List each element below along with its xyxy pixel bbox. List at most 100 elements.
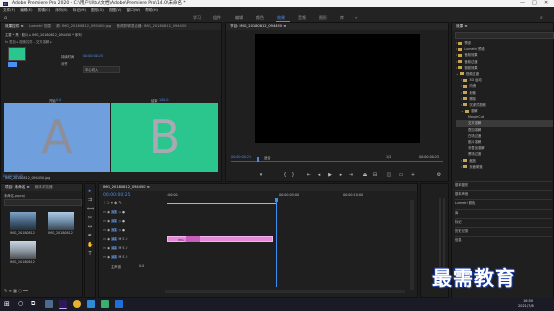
tab-effect-controls[interactable]: 效果控件 ≡ — [5, 24, 24, 28]
type-tool-icon[interactable]: T — [87, 251, 93, 257]
program-scrub-bar[interactable] — [231, 161, 443, 162]
windows-start-icon[interactable]: ⊞ — [4, 300, 12, 308]
track-a1[interactable]: ▭ ◉ A1 M S ♪ — [103, 235, 163, 244]
track-v2[interactable]: ▭ ◉ V2 ◇ ● — [103, 217, 163, 226]
extract-icon[interactable]: ⊟ — [372, 172, 378, 178]
scale-select[interactable]: 1/2 — [386, 155, 391, 159]
program-timecode-left[interactable]: 00:00:00:21 — [231, 155, 251, 159]
menu-edit[interactable]: 编辑(E) — [20, 8, 32, 12]
section-libraries[interactable]: 库 — [455, 208, 552, 216]
go-to-out-icon[interactable]: ⇥ — [348, 172, 354, 178]
play-transition-button[interactable] — [8, 62, 17, 67]
comparison-view-icon[interactable]: ▭ — [398, 172, 404, 178]
minimize-button[interactable]: — — [520, 0, 525, 7]
effects-search-input[interactable] — [455, 32, 554, 39]
duration-value[interactable]: 00:00:00:25 — [83, 54, 103, 58]
align-select[interactable]: 中心切入 — [83, 66, 120, 73]
media-thumbnail-3[interactable] — [10, 241, 36, 259]
master-track-value[interactable]: 0.0 — [139, 264, 144, 268]
add-marker-icon[interactable]: ▾ — [258, 172, 264, 178]
mark-in-icon[interactable]: { — [282, 172, 288, 178]
section-lumetri-color[interactable]: Lumetri 颜色 — [455, 199, 552, 206]
premiere-taskbar-icon[interactable] — [59, 300, 67, 309]
settings-icon[interactable]: ⚙ — [436, 172, 442, 178]
tab-source[interactable]: 源: IMG_20180812_095400.jpg — [56, 24, 111, 28]
workspace-color[interactable]: 颜色 — [256, 14, 264, 21]
workspace-libraries[interactable]: 库 — [340, 14, 344, 21]
workspace-effects[interactable]: 效果 — [277, 14, 285, 21]
section-markers[interactable]: 标记 — [455, 217, 552, 225]
slip-tool-icon[interactable]: ↔ — [87, 224, 93, 230]
search-taskbar-icon[interactable]: ○ — [18, 300, 26, 308]
ripple-edit-icon[interactable]: ⟺ — [87, 206, 94, 212]
app-icon-3[interactable] — [115, 300, 123, 308]
tab-lumetri-scopes[interactable]: Lumetri 范围 — [29, 24, 51, 28]
app-icon-2[interactable] — [101, 300, 109, 308]
go-to-in-icon[interactable]: ⇤ — [306, 172, 312, 178]
maximize-button[interactable]: □ — [532, 0, 537, 7]
workspace-more[interactable]: » — [355, 14, 357, 21]
tab-program-monitor[interactable]: 节目: IMG_20180812_094450 ≡ — [230, 24, 286, 28]
menu-markers[interactable]: 标记(M) — [73, 8, 86, 12]
tab-audio-clip-mixer[interactable]: 音频剪辑混合器: IMG_20180812_094450 — [116, 24, 186, 28]
timeline-scrollbar[interactable] — [410, 200, 414, 290]
hand-tool-icon[interactable]: ✋ — [87, 242, 93, 248]
track-v1[interactable]: ▭ ◉ V1 ◇ ● — [103, 226, 163, 235]
track-select-icon[interactable]: ⇉ — [87, 197, 93, 203]
home-icon[interactable]: ⌂ — [4, 15, 7, 21]
menu-sequence[interactable]: 序列(S) — [55, 8, 67, 12]
tab-media-browser[interactable]: 媒体浏览器 — [35, 185, 53, 189]
program-playhead[interactable] — [257, 157, 259, 162]
cross-dissolve-transition[interactable] — [186, 236, 200, 242]
menu-window[interactable]: 窗口(W) — [127, 8, 141, 12]
track-v3[interactable]: ▭ ◉ V3 ◇ ● — [103, 208, 163, 217]
mark-out-icon[interactable]: } — [290, 172, 296, 178]
workspace-graphics[interactable]: 图形 — [319, 14, 327, 21]
timeline-timecode[interactable]: 00:00:00:25 — [103, 193, 130, 198]
tab-timeline[interactable]: IMG_20180812_094450 ≡ — [103, 185, 150, 189]
lift-icon[interactable]: ⏏ — [362, 172, 368, 178]
tab-project[interactable]: 项目: 未命名 ≡ — [5, 185, 29, 189]
close-button[interactable]: ✕ — [544, 0, 548, 7]
browser-icon[interactable] — [73, 300, 81, 308]
menu-graphics[interactable]: 图形(G) — [91, 8, 104, 12]
pen-tool-icon[interactable]: ✒ — [87, 233, 93, 239]
menu-help[interactable]: 帮助(H) — [145, 8, 158, 12]
track-a3[interactable]: ▭ ◉ A3 M S ♪ — [103, 253, 163, 262]
button-editor-icon[interactable]: + — [410, 172, 416, 178]
search-icon[interactable]: ⌕ — [540, 15, 543, 21]
tab-effects[interactable]: 效果 ≡ — [456, 24, 467, 28]
section-essential-sound[interactable]: 基本声音 — [455, 190, 552, 197]
section-essential-graphics[interactable]: 基本图形 — [455, 181, 552, 188]
effect-controls-timecode[interactable]: 00:00:00:25 — [3, 174, 23, 178]
timeline-zoom-bar[interactable] — [165, 290, 405, 293]
media-thumbnail-1[interactable] — [10, 212, 36, 230]
workspace-learning[interactable]: 学习 — [193, 14, 201, 21]
media-thumbnail-2[interactable] — [48, 212, 74, 230]
menu-view[interactable]: 视图(V) — [109, 8, 121, 12]
section-info[interactable]: 信息 — [455, 236, 552, 243]
work-area-bar[interactable] — [167, 203, 277, 204]
end-value[interactable]: 100.0 — [159, 98, 168, 102]
task-view-icon[interactable]: ⧉ — [31, 300, 39, 308]
start-value[interactable]: 0.0 — [56, 98, 61, 102]
menu-clip[interactable]: 剪辑(C) — [38, 8, 51, 12]
timeline-clip[interactable]: IMG_20180 — [167, 236, 273, 242]
timeline-tool-icons[interactable]: ⫶ ⊃ ▾ ◆ ✎ — [104, 200, 122, 205]
project-footer-icons[interactable]: ✎ ≡ ▦ ○ ━━ — [4, 288, 28, 293]
workspace-assembly[interactable]: 组件 — [213, 14, 221, 21]
workspace-audio[interactable]: 音频 — [298, 14, 306, 21]
app-icon-1[interactable] — [87, 300, 95, 308]
step-forward-icon[interactable]: ▸ — [338, 172, 344, 178]
step-back-icon[interactable]: ◂ — [316, 172, 322, 178]
tree-item-page-peel[interactable]: › 页面剥落 — [456, 164, 553, 170]
project-search-input[interactable] — [4, 199, 82, 206]
menu-file[interactable]: 文件(F) — [3, 8, 15, 12]
section-history[interactable]: 历史记录 — [455, 226, 552, 234]
workspace-editing[interactable]: 编辑 — [235, 14, 243, 21]
fit-select[interactable]: 适合 — [264, 155, 271, 160]
razor-tool-icon[interactable]: ✂ — [87, 215, 93, 221]
selection-tool-icon[interactable]: ▸ — [87, 188, 93, 194]
export-frame-icon[interactable]: ◫ — [386, 172, 392, 178]
track-a2[interactable]: ▭ ◉ A2 M S ♪ — [103, 244, 163, 253]
